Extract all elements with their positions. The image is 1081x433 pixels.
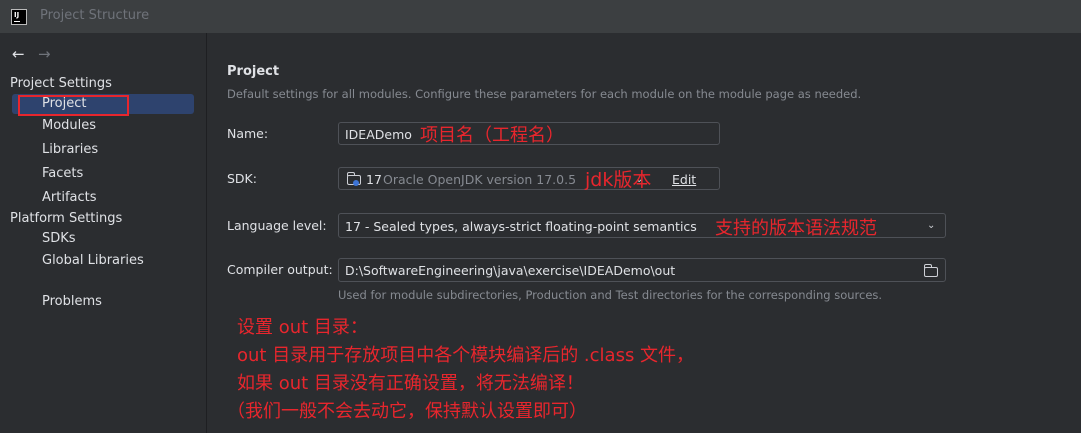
annotation-language-note: 支持的版本语法规范	[715, 218, 877, 239]
annotation-out-line2: out 目录用于存放项目中各个模块编译后的 .class 文件，	[237, 345, 695, 366]
compiler-output-input[interactable]: D:\SoftwareEngineering\java\exercise\IDE…	[338, 258, 946, 282]
annotation-out-line1: 设置 out 目录：	[237, 317, 368, 338]
annotation-out-line3: 如果 out 目录没有正确设置，将无法编译！	[237, 373, 584, 394]
language-level-label: Language level:	[227, 218, 327, 233]
annotation-sdk-note: jdk版本	[585, 169, 652, 191]
compiler-output-label: Compiler output:	[227, 262, 333, 277]
sdk-badge-icon	[353, 180, 359, 186]
language-chevron-down-icon: ⌄	[927, 220, 936, 231]
page-title: Project	[227, 64, 280, 79]
sidebar-item-libraries[interactable]: Libraries	[42, 142, 98, 157]
name-label: Name:	[227, 126, 269, 141]
section-project-settings: Project Settings	[10, 76, 112, 91]
sidebar-item-sdks[interactable]: SDKs	[42, 231, 76, 246]
browse-folder-icon[interactable]	[923, 264, 938, 277]
sdk-dropdown[interactable]: 17 Oracle OpenJDK version 17.0.5 ⌄ Edit	[338, 167, 720, 190]
sidebar: ← → Project Settings Project Modules Lib…	[0, 33, 206, 433]
annotation-out-line4: （我们一般不会去动它，保持默认设置即可）	[227, 401, 587, 422]
forward-arrow-icon[interactable]: →	[38, 45, 51, 63]
title-bar: IJ Project Structure	[0, 0, 1081, 33]
sidebar-item-problems[interactable]: Problems	[42, 294, 102, 309]
intellij-logo-icon: IJ	[11, 9, 27, 25]
annotation-name-note: 项目名（工程名）	[420, 125, 564, 146]
name-input-value: IDEADemo	[345, 127, 412, 142]
page-description: Default settings for all modules. Config…	[227, 87, 862, 101]
sidebar-item-modules[interactable]: Modules	[42, 118, 96, 133]
sdk-edit-button[interactable]: Edit	[672, 172, 696, 187]
sidebar-item-facets[interactable]: Facets	[42, 166, 83, 181]
section-platform-settings: Platform Settings	[10, 211, 123, 226]
window-title: Project Structure	[40, 8, 150, 23]
language-level-value: 17 - Sealed types, always-strict floatin…	[345, 219, 697, 234]
sidebar-item-global-libraries[interactable]: Global Libraries	[42, 253, 144, 268]
compiler-output-hint: Used for module subdirectories, Producti…	[338, 288, 883, 302]
main-panel: Project Default settings for all modules…	[207, 33, 1081, 433]
compiler-output-value: D:\SoftwareEngineering\java\exercise\IDE…	[345, 263, 676, 278]
sidebar-item-artifacts[interactable]: Artifacts	[42, 190, 97, 205]
sidebar-item-project[interactable]: Project	[42, 96, 86, 111]
sdk-version: 17	[366, 172, 382, 187]
back-arrow-icon[interactable]: ←	[12, 45, 25, 63]
sdk-name: Oracle OpenJDK version 17.0.5	[383, 172, 577, 187]
sdk-label: SDK:	[227, 171, 257, 186]
